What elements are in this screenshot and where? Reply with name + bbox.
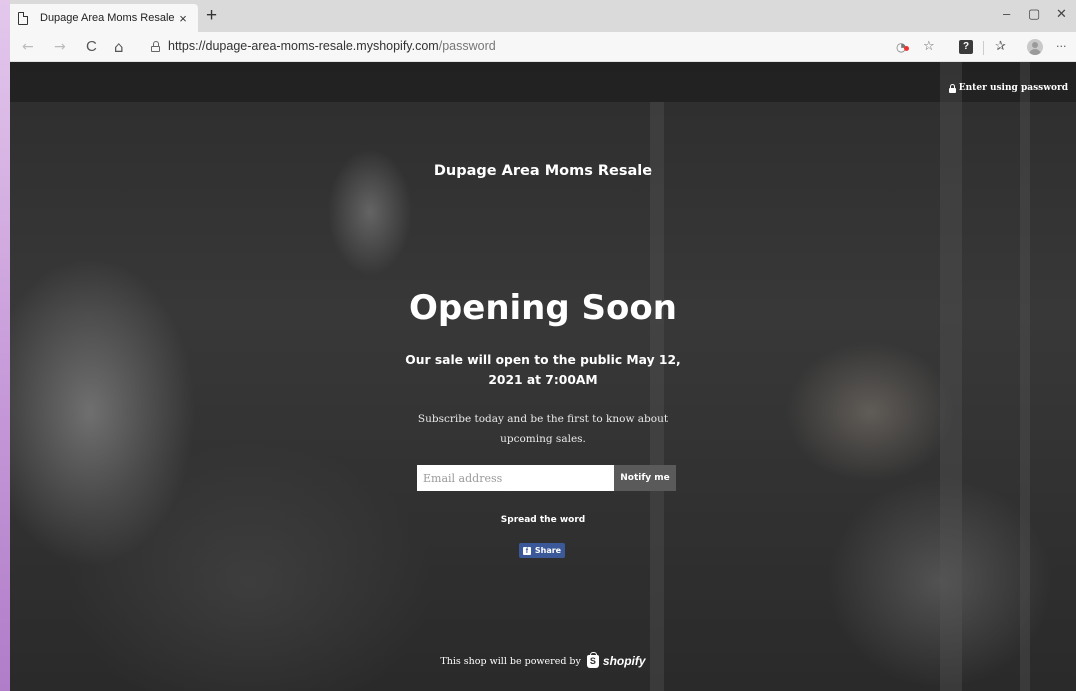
spread-the-word-label: Spread the word (500, 515, 586, 525)
background-post (650, 102, 664, 691)
enter-password-link[interactable]: Enter using password (948, 83, 1068, 93)
forward-button[interactable]: → (54, 38, 66, 56)
favorites-icon[interactable]: ✰ (995, 38, 1006, 56)
url-host: https://dupage-area-moms-resale.myshopif… (168, 39, 439, 53)
shopify-bag-icon (586, 651, 599, 668)
email-input[interactable] (417, 465, 614, 491)
password-page: Enter using password Dupage Area Moms Re… (10, 62, 1076, 691)
address-toolbar: ← → C ⌂ https://dupage-area-moms-resale.… (10, 32, 1076, 62)
share-label: Share (534, 546, 562, 555)
home-button[interactable]: ⌂ (114, 38, 124, 56)
more-icon[interactable]: ··· (1056, 38, 1067, 56)
tracking-badge (904, 46, 909, 51)
tab-title: Dupage Area Moms Resale (40, 12, 175, 24)
shop-name: Dupage Area Moms Resale (433, 163, 653, 179)
refresh-button[interactable]: C (86, 38, 97, 56)
profile-icon[interactable] (1027, 39, 1043, 55)
page-title: Opening Soon (409, 288, 677, 328)
powered-by-text: This shop will be powered by (440, 655, 581, 667)
shopify-logo[interactable]: shopify (603, 654, 646, 668)
tab-close-button[interactable]: × (176, 11, 190, 26)
page-icon (18, 11, 28, 25)
lock-icon (948, 83, 956, 93)
extension-icon[interactable]: ? (959, 40, 973, 54)
sale-message: Our sale will open to the public May 12,… (405, 353, 681, 387)
tab-shop[interactable]: Dupage Area Moms Resale × (10, 4, 198, 32)
address-bar[interactable]: https://dupage-area-moms-resale.myshopif… (168, 39, 496, 53)
newsletter-form: Notify me (417, 465, 676, 491)
url-path: /password (438, 39, 496, 53)
notify-button[interactable]: Notify me (614, 465, 676, 491)
browser-window: Dupage Area Moms Resale × + – ▢ ✕ ← → C … (10, 0, 1076, 691)
powered-by: This shop will be powered by shopify (10, 651, 1076, 668)
background-post (940, 62, 962, 691)
subscribe-text: Subscribe today and be the first to know… (417, 413, 669, 445)
close-window-button[interactable]: ✕ (1056, 6, 1067, 22)
minimize-button[interactable]: – (1003, 6, 1010, 21)
back-button[interactable]: ← (22, 38, 34, 56)
facebook-icon: f (522, 546, 531, 555)
add-favorite-icon[interactable]: ☆ (923, 38, 935, 56)
enter-password-label: Enter using password (958, 83, 1068, 93)
lock-icon[interactable] (151, 41, 160, 52)
facebook-share-button[interactable]: f Share (519, 543, 565, 558)
new-tab-button[interactable]: + (206, 6, 217, 26)
background-shade (10, 62, 1076, 102)
tab-bar: Dupage Area Moms Resale × + – ▢ ✕ (10, 0, 1076, 32)
maximize-button[interactable]: ▢ (1028, 6, 1040, 22)
toolbar-divider (983, 41, 984, 55)
background-post (1020, 62, 1030, 691)
